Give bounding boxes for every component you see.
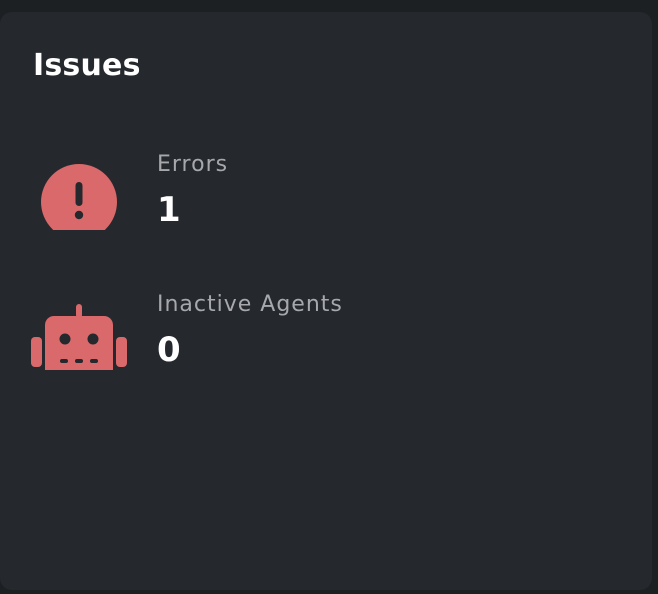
- card-title: Issues: [33, 48, 141, 83]
- inactive-agents-count: 0: [157, 330, 181, 370]
- inactive-agents-label: Inactive Agents: [157, 292, 343, 317]
- errors-label: Errors: [157, 152, 229, 177]
- errors-count: 1: [157, 190, 181, 230]
- robot-icon: [31, 304, 127, 370]
- exclamation-circle-icon: [41, 164, 117, 230]
- errors-metric[interactable]: Errors 1: [0, 142, 600, 232]
- issues-card: Issues Errors 1 Inactive Agents 0: [0, 12, 652, 590]
- inactive-agents-metric[interactable]: Inactive Agents 0: [0, 282, 600, 372]
